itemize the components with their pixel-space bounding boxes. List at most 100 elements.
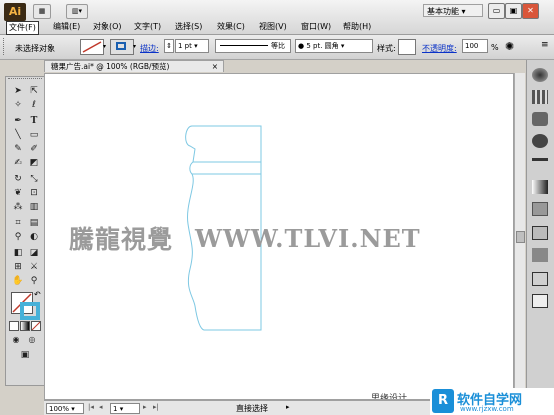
menu-help[interactable]: 帮助(H) [341,21,373,33]
color-panel-icon[interactable] [532,68,548,82]
blend-icon[interactable]: ◐ [27,231,41,244]
arrange-documents-icon[interactable]: ▥▾ [66,4,88,19]
stroke-weight-stepper[interactable]: ⇕ [164,39,174,53]
none-fill-icon [82,41,102,53]
panel-grip[interactable] [3,38,7,55]
screen-mode-icon[interactable]: ▣ [15,349,35,362]
menu-effect[interactable]: 效果(C) [215,21,247,33]
brushes-panel-icon[interactable] [532,112,548,126]
menu-window[interactable]: 窗口(W) [299,21,333,33]
stroke-weight-input[interactable]: 1 pt ▾ [175,39,209,53]
fill-swatch[interactable] [80,39,104,55]
draw-behind-icon[interactable]: ◎ [25,333,39,346]
gradient-panel-icon[interactable] [532,180,548,194]
zoom-level-input[interactable]: 100% ▾ [46,403,84,414]
gradient-mode-icon[interactable] [20,321,30,331]
bridge-icon[interactable]: ▦ [33,4,51,19]
tools-panel: ➤ ⇱ ✧ ℓ ✒ T ╲ ▭ ✎ ✐ ✍ ◩ ↻ ⤡ ❦ ⊡ ⁂ ▥ ⌗ ▤ … [5,76,45,386]
symbol-sprayer-icon[interactable]: ⁂ [11,201,25,214]
swatches-panel-icon[interactable] [532,90,548,104]
color-mode-icon[interactable] [9,321,19,331]
pencil-icon[interactable]: ✐ [27,143,41,156]
last-page-icon[interactable]: ▸| [153,403,159,411]
live-paint-icon[interactable]: ◧ [11,247,25,260]
stroke-swatch[interactable] [110,39,134,55]
rotate-icon[interactable]: ↻ [11,173,25,186]
lasso-icon[interactable]: ℓ [27,99,41,112]
scrollbar-thumb[interactable] [516,231,525,243]
hand-icon[interactable]: ✋ [11,275,25,288]
stroke-panel-icon[interactable] [532,158,548,175]
artboards-panel-icon[interactable] [532,294,548,308]
fill-dropdown-arrow-icon[interactable]: ▾ [103,43,106,50]
artboard-icon[interactable]: ⊞ [11,261,25,274]
recolor-artwork-icon[interactable]: ✺ [505,40,514,53]
opacity-input[interactable]: 100 [462,39,488,53]
close-button[interactable]: ✕ [522,3,539,19]
first-page-icon[interactable]: |◂ [88,403,94,411]
variable-width-profile[interactable]: 等比 [215,39,291,53]
menu-type[interactable]: 文字(T) [132,21,163,33]
swap-fill-stroke-icon[interactable]: ↶ [34,290,41,299]
none-mode-icon[interactable] [31,321,41,331]
prev-page-icon[interactable]: ◂ [99,403,103,411]
type-icon[interactable]: T [27,115,41,128]
status-menu-arrow-icon[interactable]: ▸ [286,403,290,411]
menu-edit[interactable]: 编辑(E) [51,21,82,33]
app-logo: Ai [4,3,26,21]
mesh-icon[interactable]: ⌗ [11,217,25,230]
symbols-panel-icon[interactable] [532,134,548,148]
opacity-link[interactable]: 不透明度: [422,43,457,54]
slice-icon[interactable]: ⚔ [27,261,41,274]
page-number-value: 1 [113,405,118,413]
eraser-icon[interactable]: ◩ [27,157,41,170]
document-tab[interactable]: 糖果广告.ai* @ 100% (RGB/预览) × [44,60,224,72]
menu-select[interactable]: 选择(S) [173,21,204,33]
next-page-icon[interactable]: ▸ [143,403,147,411]
page-number-input[interactable]: 1 ▾ [110,403,140,414]
tools-panel-grip[interactable] [8,78,42,83]
free-transform-icon[interactable]: ⊡ [27,187,41,200]
selection-icon[interactable]: ➤ [11,85,25,98]
warp-icon[interactable]: ❦ [11,187,25,200]
pen-icon[interactable]: ✒ [11,115,25,128]
blob-brush-icon[interactable]: ✍ [11,157,25,170]
appearance-panel-icon[interactable] [532,226,548,240]
corner-watermark-text: 思缘设计 [371,394,408,400]
rectangle-icon[interactable]: ▭ [27,129,41,142]
vertical-scrollbar[interactable] [514,73,525,400]
brush-definition[interactable]: ● 5 pt. 圆角 ▾ [295,39,373,53]
graph-icon[interactable]: ▥ [27,201,41,214]
paintbrush-icon[interactable]: ✎ [11,143,25,156]
direct-selection-icon[interactable]: ⇱ [27,85,41,98]
live-paint-select-icon[interactable]: ◪ [27,247,41,260]
menu-object[interactable]: 对象(O) [91,21,124,33]
layers-panel-icon[interactable] [532,272,548,286]
restore-button[interactable]: ▣ [505,3,522,19]
control-bar: 未选择对象 ▾ ▾ 描边: ⇕ 1 pt ▾ 等比 ● 5 pt. 圆角 ▾ 样… [0,35,554,60]
artboard-canvas[interactable]: 騰龍視覺 WWW.TLVI.NET 思缘设计 [44,73,514,400]
eyedropper-icon[interactable]: ⚲ [11,231,25,244]
stroke-dropdown-arrow-icon[interactable]: ▾ [133,43,136,50]
site-url: www.rjzxw.com [460,405,514,413]
graphic-styles-panel-icon[interactable] [532,248,548,262]
line-icon[interactable]: ╲ [11,129,25,142]
watermark-url: WWW.TLVI.NET [195,224,421,253]
stroke-panel-link[interactable]: 描边: [140,43,159,54]
control-panel-menu-icon[interactable]: ≡ [541,40,549,50]
menu-view[interactable]: 视图(V) [257,21,289,33]
none-mode-slash-icon [31,321,41,331]
stroke-color-box[interactable] [20,302,40,320]
stroke-color-icon [116,42,126,50]
magic-wand-icon[interactable]: ✧ [11,99,25,112]
scale-icon[interactable]: ⤡ [27,173,41,186]
transparency-panel-icon[interactable] [532,202,548,216]
menu-file[interactable]: 文件(F) [6,21,39,35]
draw-normal-icon[interactable]: ◉ [9,333,23,346]
zoom-icon[interactable]: ⚲ [27,275,41,288]
document-close-icon[interactable]: × [212,61,218,73]
gradient-icon[interactable]: ▤ [27,217,41,230]
minimize-button[interactable]: ▭ [488,3,505,19]
graphic-style-swatch[interactable] [398,39,416,55]
workspace-switcher[interactable]: 基本功能 ▾ [423,4,483,17]
